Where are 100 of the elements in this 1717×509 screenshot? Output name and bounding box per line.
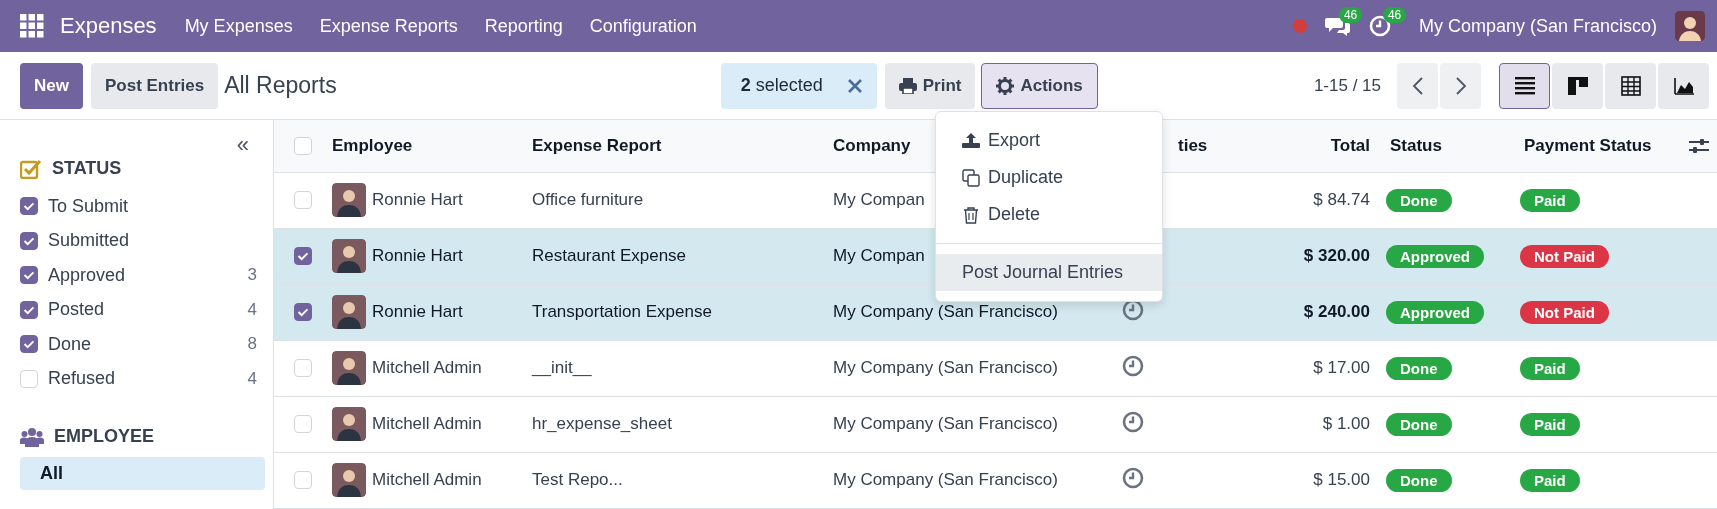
table-cell-text: __init__ <box>530 358 593 379</box>
filter-label[interactable]: Done <box>48 333 248 355</box>
checkbox[interactable] <box>294 303 312 322</box>
status-badge: Paid <box>1520 469 1580 492</box>
status-badge: Approved <box>1386 244 1484 268</box>
table-cell-text: $ 15.00 <box>1312 470 1371 491</box>
column-header[interactable]: Total <box>1240 135 1378 156</box>
avatar-icon <box>332 295 366 330</box>
table-cell-text: My Company (San Francisco) <box>832 302 1059 323</box>
table-view-icon <box>1620 75 1641 96</box>
status-badge: Paid <box>1520 188 1580 212</box>
collapse-button[interactable]: « <box>236 134 249 156</box>
filter-count: 8 <box>247 334 257 355</box>
copy-icon <box>962 168 980 187</box>
clock-icon[interactable] <box>1122 354 1144 377</box>
print-button[interactable]: Print <box>884 62 976 109</box>
printer-icon <box>898 77 917 94</box>
menu-item[interactable]: Delete <box>936 196 1162 233</box>
chevron-right-icon <box>1454 75 1467 96</box>
table-cell-text: My Company (San Francisco) <box>832 414 1059 435</box>
avatar-icon <box>332 239 366 274</box>
area-chart-icon <box>1673 75 1694 96</box>
status-dot-icon <box>1292 19 1307 33</box>
column-header[interactable]: Payment Status <box>1512 135 1680 156</box>
app-name[interactable]: Expenses <box>60 13 157 39</box>
checkbox[interactable] <box>294 247 312 266</box>
previous-button[interactable] <box>1397 62 1438 109</box>
section-title: EMPLOYEE <box>54 426 155 447</box>
actions-button[interactable]: Actions <box>981 62 1098 109</box>
clock-icon[interactable] <box>1122 410 1144 433</box>
column-header[interactable]: Status <box>1378 135 1512 156</box>
table-cell: Mitchell Admin <box>372 470 482 491</box>
checkbox[interactable] <box>20 231 38 250</box>
kanban-view-icon <box>1567 75 1588 96</box>
filter-count: 4 <box>247 299 257 320</box>
table-cell-text: $ 17.00 <box>1312 358 1371 379</box>
view-switch-button[interactable] <box>1552 62 1603 109</box>
status-badge: Not Paid <box>1520 300 1609 324</box>
next-button[interactable] <box>1440 62 1481 109</box>
table-cell-text: $ 320.00 <box>1302 246 1371 267</box>
checkbox[interactable] <box>20 197 38 216</box>
view-switch-button[interactable] <box>1499 62 1550 109</box>
table-cell-text: My Company (San Francisco) <box>832 358 1059 379</box>
breadcrumb: All Reports <box>224 72 337 99</box>
table-cell-text: My Compan <box>832 190 926 211</box>
filter-label[interactable]: Posted <box>48 299 248 321</box>
view-switch-button[interactable] <box>1605 62 1656 109</box>
company-switcher[interactable]: My Company (San Francisco) <box>1418 15 1657 37</box>
menu-item[interactable]: Export <box>936 122 1162 159</box>
checkbox[interactable] <box>20 335 38 354</box>
apps-menu-icon[interactable] <box>20 14 44 38</box>
status-badge: Done <box>1386 412 1452 436</box>
column-header[interactable]: Expense Report <box>520 135 821 156</box>
filter-label[interactable]: Refused <box>48 368 248 390</box>
gear-icon <box>996 76 1015 95</box>
status-badge: Done <box>1386 188 1452 212</box>
selection-count: 2 selected <box>740 75 823 96</box>
table-cell-text: hr_expense_sheet <box>531 414 673 435</box>
table-cell: Mitchell Admin <box>372 358 482 379</box>
column-settings-icon[interactable] <box>1688 136 1709 155</box>
checkbox-icon <box>20 158 42 179</box>
section-title: STATUS <box>52 158 122 179</box>
upload-icon <box>962 131 980 150</box>
pager-value: 1-15 / 15 <box>1313 75 1381 96</box>
filter-item[interactable]: All <box>20 457 265 490</box>
users-icon <box>20 426 44 447</box>
post-entries-button[interactable]: Post Entries <box>90 62 219 109</box>
list-view-icon <box>1514 75 1535 96</box>
menu-item[interactable]: Reporting <box>484 15 563 37</box>
menu-item[interactable]: Duplicate <box>936 159 1162 196</box>
table-cell-text: Restaurant Expense <box>531 246 688 267</box>
view-switch-button[interactable] <box>1658 62 1709 109</box>
avatar-icon <box>332 183 366 218</box>
status-badge: Done <box>1386 356 1452 380</box>
menu-item[interactable]: My Expenses <box>184 15 293 37</box>
filter-count: 3 <box>247 265 257 286</box>
menu-item[interactable]: Configuration <box>589 15 697 37</box>
column-header[interactable]: Employee <box>320 135 520 156</box>
avatar-icon <box>332 407 366 442</box>
table-cell: Ronnie Hart <box>372 246 463 267</box>
table-cell: Ronnie Hart <box>372 302 463 323</box>
avatar-icon <box>332 463 366 498</box>
checkbox[interactable] <box>20 300 38 319</box>
menu-item[interactable]: Expense Reports <box>319 15 458 37</box>
table-cell-text: Transportation Expense <box>531 302 713 323</box>
clock-icon[interactable] <box>1122 467 1144 489</box>
filter-label[interactable]: Approved <box>48 264 248 286</box>
table-cell: Ronnie Hart <box>372 190 463 211</box>
table-cell-text: $ 1.00 <box>1321 414 1371 435</box>
menu-item[interactable]: Post Journal Entries <box>936 254 1162 291</box>
avatar-icon <box>332 351 366 386</box>
notification-badge: 46 <box>1382 7 1407 23</box>
filter-label[interactable]: Submitted <box>48 230 267 252</box>
checkbox[interactable] <box>20 266 38 285</box>
filter-count: 4 <box>247 368 257 389</box>
close-icon[interactable] <box>846 77 863 94</box>
user-avatar[interactable] <box>1675 11 1705 41</box>
status-badge: Paid <box>1520 412 1580 436</box>
new-button[interactable]: New <box>20 62 83 109</box>
filter-label[interactable]: To Submit <box>48 195 267 217</box>
